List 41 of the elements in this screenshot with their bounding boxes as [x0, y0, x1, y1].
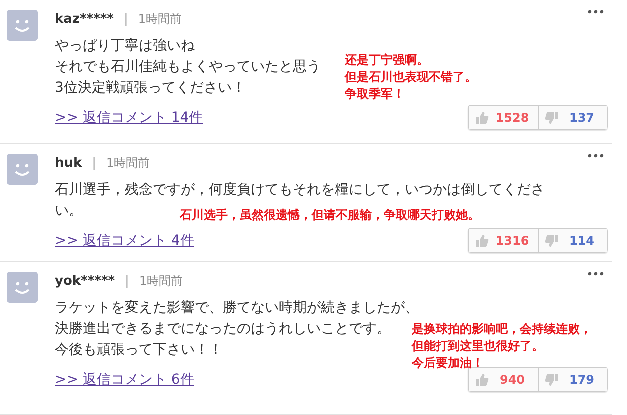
thumbs-down-icon — [545, 372, 559, 386]
comment-text: それでも石川佳純もよくやっていたと思う — [55, 58, 321, 77]
username[interactable]: huk — [55, 156, 82, 170]
avatar-icon — [7, 10, 38, 41]
comment-text: 今後も頑張って下さい！！ — [55, 341, 223, 360]
dislike-button[interactable]: 137 — [538, 106, 607, 129]
comment-text: やっぱり丁寧は強いね — [55, 37, 195, 56]
comment-text: 決勝進出できるまでになったのはうれしいことです。 — [55, 320, 391, 339]
timestamp: 1時間前 — [106, 154, 150, 172]
separator: | — [125, 274, 130, 288]
annotation-text: 但能打到这里也很好了。 — [412, 338, 544, 355]
annotation-text: 是换球拍的影响吧，会持续连败， — [412, 321, 592, 338]
thumbs-up-icon — [475, 372, 489, 386]
reply-link[interactable]: >> 返信コメント 14件 — [55, 108, 204, 126]
thumbs-down-icon — [545, 234, 559, 248]
thumbs-down-icon — [545, 110, 559, 124]
dislike-button[interactable]: 179 — [538, 368, 607, 391]
thumbs-up-icon — [475, 234, 489, 248]
timestamp: 1時間前 — [138, 10, 182, 28]
separator: | — [92, 156, 97, 170]
annotation-text: 还是丁宁强啊。 — [345, 52, 429, 69]
username[interactable]: yok***** — [55, 274, 116, 288]
separator: | — [124, 12, 128, 26]
annotation-text: 石川选手，虽然很遗憾，但请不服输，争取哪天打败她。 — [180, 207, 480, 224]
comment-text: い。 — [55, 202, 83, 221]
more-options-icon[interactable] — [588, 272, 604, 276]
annotation-text: 争取季军！ — [345, 86, 405, 103]
reply-link[interactable]: >> 返信コメント 4件 — [55, 232, 194, 250]
username[interactable]: kaz***** — [55, 12, 114, 26]
comment-text: 3位決定戦頑張ってください！ — [55, 79, 246, 98]
avatar-icon — [7, 154, 38, 185]
comment-text: 石川選手，残念ですが，何度負けてもそれを糧にして，いつかは倒してくださ — [55, 181, 545, 200]
comment-text: ラケットを変えた影響で、勝てない時期が続きましたが、 — [55, 299, 419, 318]
more-options-icon[interactable] — [588, 154, 604, 158]
reply-link[interactable]: >> 返信コメント 6件 — [55, 370, 194, 388]
thumbs-up-icon — [475, 110, 489, 124]
avatar-icon — [7, 272, 38, 303]
dislike-button[interactable]: 114 — [538, 229, 607, 252]
timestamp: 1時間前 — [139, 272, 184, 290]
annotation-text: 但是石川也表现不错了。 — [345, 69, 477, 86]
more-options-icon[interactable] — [588, 10, 604, 14]
